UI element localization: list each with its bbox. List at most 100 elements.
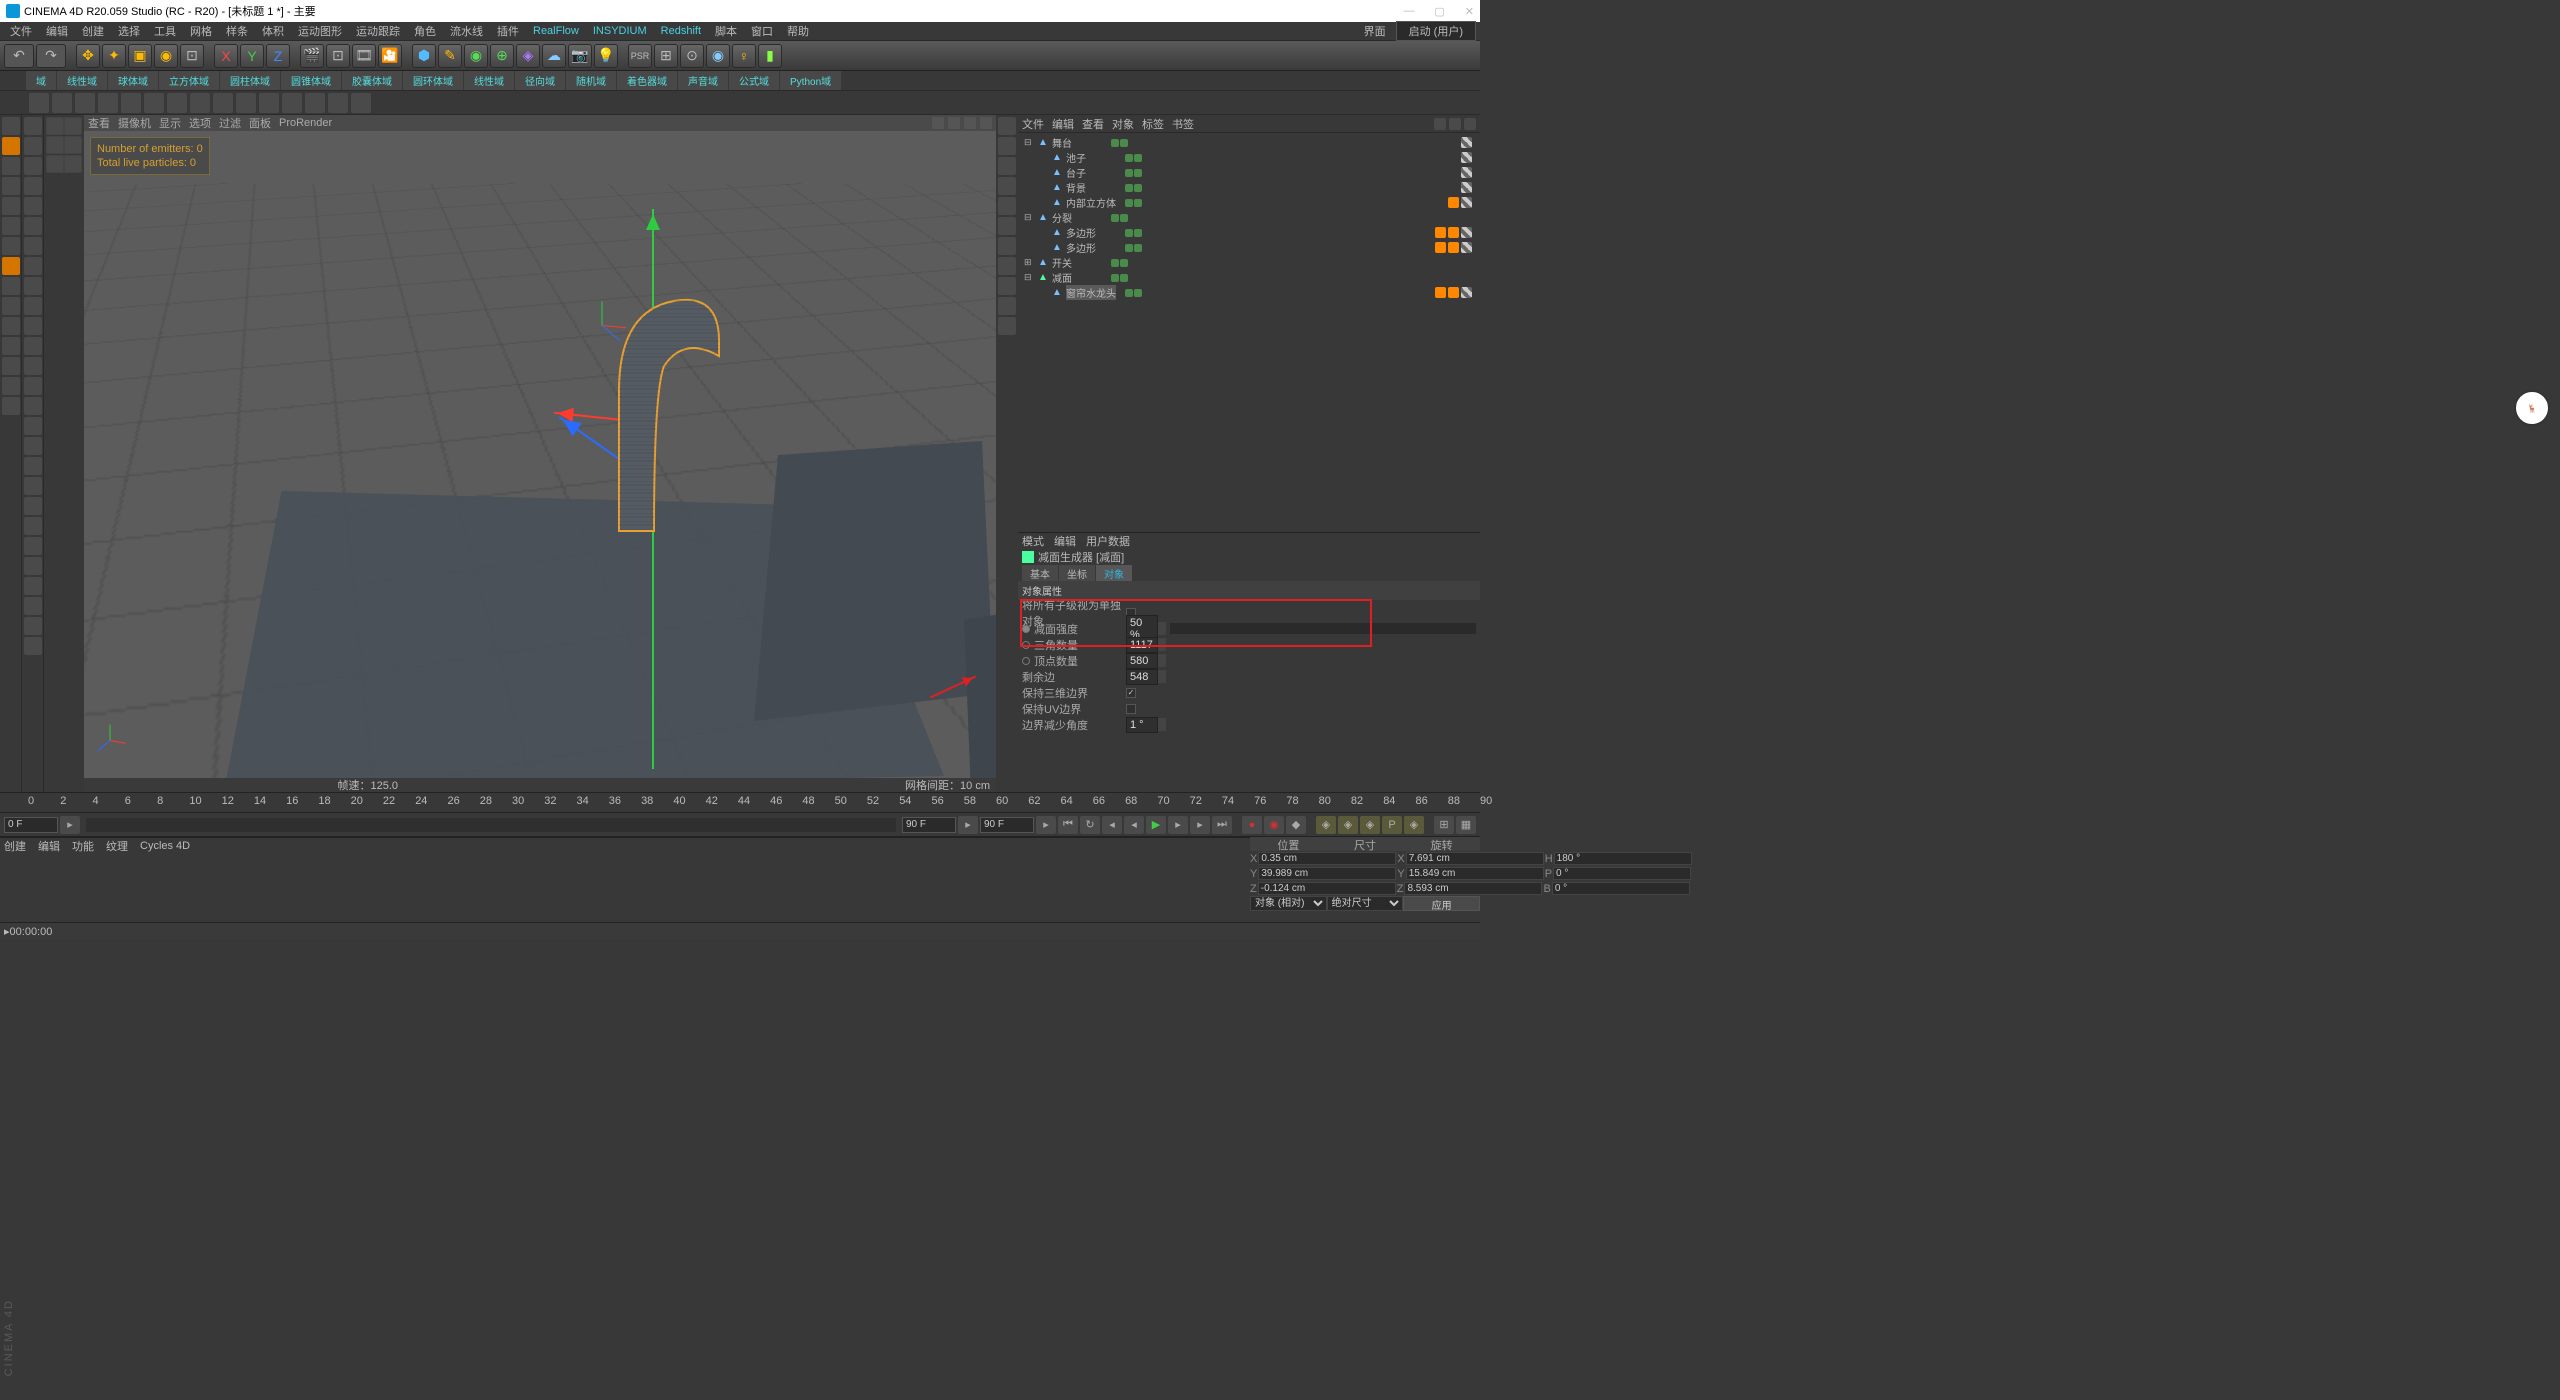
magnet-mode[interactable] [2,337,20,355]
object-row[interactable]: ▲ 背景 [1020,180,1478,195]
visibility-render-dot[interactable] [1120,274,1128,282]
visibility-render-dot[interactable] [1120,259,1128,267]
domain-tab[interactable]: 随机域 [566,71,616,90]
modeling-tool[interactable] [24,557,42,575]
modeling-tool[interactable] [24,617,42,635]
prev-key-button[interactable]: ◂ [1102,816,1122,834]
attr-tab-object[interactable]: 对象 [1096,565,1132,581]
object-tag[interactable] [1461,137,1472,148]
modeling-tool[interactable] [24,357,42,375]
menu-help[interactable]: 帮助 [781,21,815,41]
z-axis-lock[interactable]: Z [266,44,290,68]
domain-icon[interactable] [328,93,348,113]
modeling-tool[interactable] [24,397,42,415]
object-name[interactable]: 窗帘水龙头 [1066,285,1116,300]
checkbox[interactable]: ✓ [1126,688,1136,698]
domain-tab[interactable]: 圆锥体域 [281,71,341,90]
domain-icon[interactable] [144,93,164,113]
modeling-tool[interactable] [24,277,42,295]
render-settings[interactable]: 🎞 [352,44,376,68]
object-row[interactable]: ▲ 窗帘水龙头 [1020,285,1478,300]
domain-icon[interactable] [190,93,210,113]
axis-mode[interactable] [2,257,20,275]
menu-window[interactable]: 窗口 [745,21,779,41]
attr-tab-basic[interactable]: 基本 [1022,565,1058,581]
obj-menu-bookmark[interactable]: 书签 [1172,116,1194,132]
spinner[interactable] [1158,622,1166,635]
mat-tab-cycles[interactable]: Cycles 4D [140,840,190,852]
point-mode[interactable] [2,177,20,195]
spin-icon[interactable]: ▸ [958,816,978,834]
object-mode[interactable] [2,137,20,155]
visibility-editor-dot[interactable] [1111,139,1119,147]
light-button[interactable]: 💡 [594,44,618,68]
key-rot-button[interactable]: ◈ [1360,816,1380,834]
visibility-editor-dot[interactable] [1125,199,1133,207]
modeling-tool[interactable] [24,377,42,395]
object-name[interactable]: 减面 [1052,270,1102,285]
spin-icon[interactable]: ▸ [1036,816,1056,834]
object-tag[interactable] [1435,287,1446,298]
domain-tab[interactable]: 着色器域 [617,71,677,90]
selected-object[interactable] [594,281,724,541]
visibility-editor-dot[interactable] [1125,169,1133,177]
mat-tab-create[interactable]: 创建 [4,838,26,854]
object-tag[interactable] [1448,197,1459,208]
domain-icon[interactable] [29,93,49,113]
modeling-tool[interactable] [24,497,42,515]
domain-icon[interactable] [236,93,256,113]
menu-character[interactable]: 角色 [408,21,442,41]
domain-tab[interactable]: 声音域 [678,71,728,90]
obj-menu-edit[interactable]: 编辑 [1052,116,1074,132]
y-axis-lock[interactable]: Y [240,44,264,68]
object-name[interactable]: 分裂 [1052,210,1102,225]
tool-pair[interactable] [46,136,82,154]
position-input[interactable] [1258,882,1396,895]
domain-tab[interactable]: 球体域 [108,71,158,90]
key-param-button[interactable]: P [1382,816,1402,834]
modeling-tool[interactable] [24,257,42,275]
object-name[interactable]: 多边形 [1066,225,1116,240]
object-tag[interactable] [1448,227,1459,238]
domain-icon[interactable] [52,93,72,113]
position-input[interactable] [1258,852,1396,865]
spin-icon[interactable]: ▸ [60,816,80,834]
rotation-input[interactable] [1553,867,1691,880]
x-axis-lock[interactable]: X [214,44,238,68]
vp-menu-filter[interactable]: 过滤 [219,115,241,131]
modeling-tool[interactable] [24,517,42,535]
timeline-options[interactable]: ▦ [1456,816,1476,834]
menu-pipeline[interactable]: 流水线 [444,21,489,41]
domain-icon[interactable] [98,93,118,113]
obj-menu-object[interactable]: 对象 [1112,116,1134,132]
modeling-tool[interactable] [24,597,42,615]
menu-realflow[interactable]: RealFlow [527,23,585,39]
misc-mode[interactable] [2,397,20,415]
object-row[interactable]: ⊟ ▲ 舞台 [1020,135,1478,150]
vp-tool[interactable] [998,157,1016,175]
uv-mode[interactable] [2,237,20,255]
menu-redshift[interactable]: Redshift [655,23,707,39]
timeline-track[interactable] [86,818,896,832]
menu-create[interactable]: 创建 [76,21,110,41]
workplane-button[interactable]: ◉ [706,44,730,68]
domain-tab[interactable]: 圆环体域 [403,71,463,90]
vp-tool[interactable] [998,237,1016,255]
attr-menu-mode[interactable]: 模式 [1022,533,1044,549]
rotation-input[interactable] [1554,852,1692,865]
vp-tool[interactable] [998,257,1016,275]
slider[interactable] [1170,623,1476,634]
visibility-render-dot[interactable] [1120,139,1128,147]
panel-icon[interactable] [1449,118,1461,130]
modeling-tool[interactable] [24,637,42,655]
object-row[interactable]: ⊟ ▲ 减面 [1020,270,1478,285]
spinner[interactable] [1158,718,1166,731]
vp-tool[interactable] [998,197,1016,215]
loop-button[interactable]: ↻ [1080,816,1100,834]
object-name[interactable]: 池子 [1066,150,1116,165]
object-name[interactable]: 开关 [1052,255,1102,270]
domain-tab[interactable]: 圆柱体域 [220,71,280,90]
domain-tab[interactable]: 胶囊体域 [342,71,402,90]
domain-tab[interactable]: 线性域 [57,71,107,90]
modeling-tool[interactable] [24,337,42,355]
